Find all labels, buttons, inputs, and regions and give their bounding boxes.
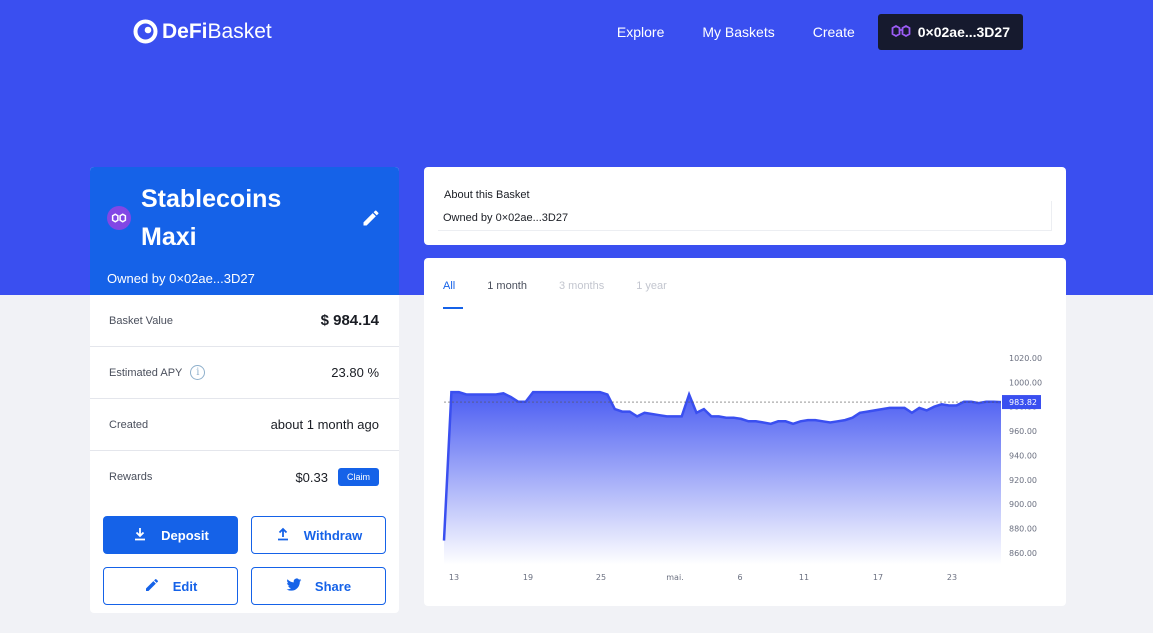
- polygon-icon: [891, 23, 911, 42]
- x-tick-label: 23: [947, 573, 957, 582]
- nav-my-baskets[interactable]: My Baskets: [702, 24, 774, 40]
- brand-name-bold: DeFi: [162, 19, 208, 43]
- x-tick-label: 6: [737, 573, 742, 582]
- edit-name-pencil-icon[interactable]: [361, 208, 381, 228]
- brand-logo[interactable]: DeFi Basket: [133, 19, 272, 44]
- basket-owner: Owned by 0×02ae...3D27: [107, 271, 255, 286]
- stat-label-apy: Estimated APY i: [109, 365, 206, 380]
- y-tick-label: 1020.00: [1009, 354, 1042, 363]
- nav-create[interactable]: Create: [813, 24, 855, 40]
- polygon-chain-icon: [107, 206, 131, 230]
- stat-basket-value: Basket Value $ 984.14: [90, 295, 399, 347]
- share-button[interactable]: Share: [251, 567, 386, 605]
- x-tick-label: mai.: [666, 573, 683, 582]
- x-tick-label: 19: [523, 573, 533, 582]
- withdraw-button[interactable]: Withdraw: [251, 516, 386, 554]
- wallet-button[interactable]: 0×02ae...3D27: [877, 14, 1023, 50]
- created-value: about 1 month ago: [270, 417, 379, 432]
- basket-title-line2: Maxi: [141, 223, 197, 251]
- claim-button[interactable]: Claim: [337, 468, 379, 486]
- stat-label: Rewards: [109, 471, 153, 483]
- basket-title-line1: Stablecoins: [141, 185, 282, 213]
- basket-card: Stablecoins Maxi Owned by 0×02ae...3D27 …: [90, 167, 399, 613]
- about-title: About this Basket: [444, 189, 530, 201]
- brand-name-light: Basket: [207, 19, 272, 43]
- y-tick-label: 1000.00: [1009, 378, 1042, 387]
- edit-label: Edit: [172, 578, 198, 594]
- stat-apy: Estimated APY i 23.80 %: [90, 347, 399, 399]
- download-icon: [132, 526, 148, 545]
- stat-created: Created about 1 month ago: [90, 399, 399, 451]
- info-icon[interactable]: i: [190, 365, 206, 380]
- basket-title: Stablecoins Maxi: [141, 180, 341, 256]
- rewards-group: $0.33 Claim: [295, 468, 379, 486]
- x-tick-label: 11: [799, 573, 809, 582]
- rewards-value: $0.33: [295, 469, 328, 485]
- apy-value: 23.80 %: [331, 365, 379, 380]
- x-tick-label: 17: [873, 573, 883, 582]
- deposit-label: Deposit: [161, 527, 209, 543]
- stat-label: Created: [109, 418, 149, 431]
- wallet-address: 0×02ae...3D27: [917, 24, 1010, 40]
- deposit-button[interactable]: Deposit: [103, 516, 238, 554]
- y-tick-label: 960.00: [1009, 427, 1037, 436]
- x-tick-label: 25: [596, 573, 606, 582]
- logo-icon: [133, 19, 158, 44]
- current-value-label: 983.82: [1009, 398, 1037, 407]
- share-label: Share: [314, 578, 352, 594]
- area-chart: 1020.001000.00980.00960.00940.00920.0090…: [442, 354, 1042, 582]
- stat-rewards: Rewards $0.33 Claim: [90, 451, 399, 503]
- upload-icon: [275, 526, 291, 545]
- about-owner: Owned by 0×02ae...3D27: [443, 212, 569, 224]
- y-tick-label: 920.00: [1009, 476, 1037, 485]
- edit-button[interactable]: Edit: [103, 567, 238, 605]
- basket-value: $ 984.14: [320, 312, 379, 329]
- x-tick-label: 13: [449, 573, 459, 582]
- about-card: About this Basket Owned by 0×02ae...3D27: [424, 167, 1066, 245]
- basket-header: Stablecoins Maxi Owned by 0×02ae...3D27: [90, 167, 399, 295]
- top-nav: Explore My Baskets Create 0×02ae...3D27: [617, 14, 1023, 50]
- performance-chart-card: All 1 month 3 months 1 year 1020.00 1000.…: [424, 258, 1066, 606]
- action-buttons: Deposit Withdraw Edit Share: [90, 503, 399, 605]
- y-tick-label: 900.00: [1009, 500, 1037, 509]
- twitter-icon: [286, 577, 302, 596]
- stat-label: Estimated APY: [109, 366, 183, 379]
- pencil-icon: [144, 577, 160, 596]
- nav-explore[interactable]: Explore: [617, 24, 664, 40]
- y-tick-label: 860.00: [1009, 549, 1037, 558]
- y-tick-label: 940.00: [1009, 451, 1037, 460]
- withdraw-label: Withdraw: [303, 527, 363, 543]
- stat-label: Basket Value: [109, 314, 174, 327]
- y-tick-label: 880.00: [1009, 524, 1037, 533]
